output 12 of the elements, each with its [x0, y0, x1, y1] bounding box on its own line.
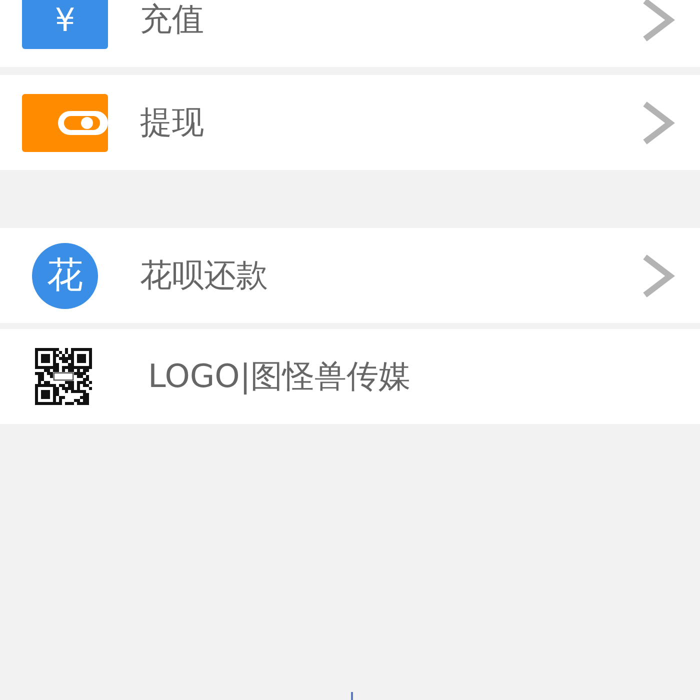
menu-label: 充值: [140, 0, 205, 40]
menu-label: 花呗还款: [140, 254, 269, 296]
menu-label: LOGO|图怪兽传媒: [147, 356, 412, 396]
menu-row[interactable]: 提现: [0, 75, 700, 170]
menu-row[interactable]: ¥ 充值: [0, 0, 700, 67]
wallet-icon: [22, 94, 108, 152]
menu-row[interactable]: LOGO|图怪兽传媒: [0, 329, 700, 424]
qr-code-icon: [34, 348, 92, 405]
menu-label: 提现: [140, 102, 205, 142]
yuan-icon: ¥: [22, 0, 108, 48]
flower-badge-icon: 花: [32, 242, 98, 308]
menu-row[interactable]: 花 花呗还款: [0, 228, 700, 323]
